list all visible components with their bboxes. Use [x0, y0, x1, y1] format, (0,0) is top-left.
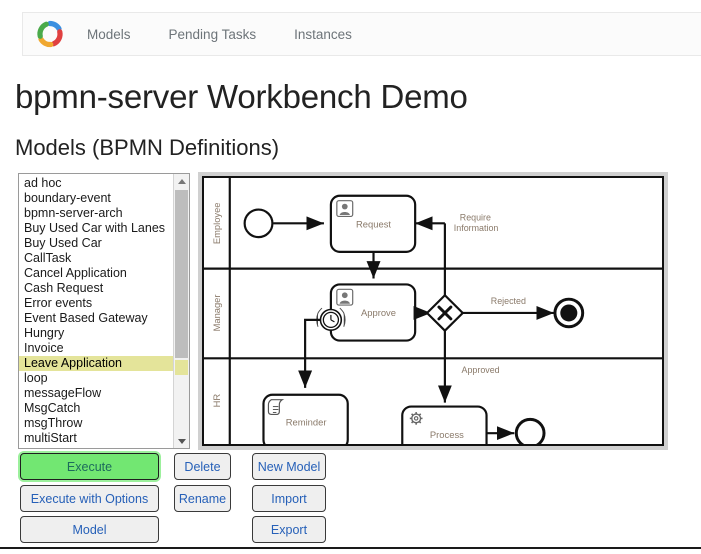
end-event[interactable]	[514, 417, 546, 444]
export-button[interactable]: Export	[252, 516, 326, 543]
task-process-label: Process	[430, 430, 464, 440]
list-item[interactable]: CallTask	[19, 251, 173, 266]
list-item[interactable]: Buy Used Car with Lanes	[19, 221, 173, 236]
import-button[interactable]: Import	[252, 485, 326, 512]
bottom-divider	[0, 547, 701, 549]
lane-label-manager: Manager	[212, 295, 222, 332]
end-event-terminate[interactable]	[553, 297, 585, 329]
list-item[interactable]: bpmn-server-arch	[19, 206, 173, 221]
lane-label-hr: HR	[212, 394, 222, 408]
list-item[interactable]: Buy Used Car	[19, 236, 173, 251]
triangle-down-icon[interactable]	[174, 434, 189, 448]
list-item[interactable]: multiStart	[19, 431, 173, 446]
list-item[interactable]: messageFlow	[19, 386, 173, 401]
flow-label-require-line1: Require	[460, 212, 491, 222]
task-approve-label: Approve	[361, 308, 396, 318]
list-item[interactable]: msgThrow	[19, 416, 173, 431]
list-item[interactable]: boundary-event	[19, 191, 173, 206]
scrollbar-thumb[interactable]	[175, 190, 188, 358]
delete-button[interactable]: Delete	[174, 453, 231, 480]
flow-label-approved: Approved	[462, 365, 500, 375]
model-list-items[interactable]: ad hoc boundary-event bpmn-server-arch Buy …	[19, 174, 173, 448]
new-model-button[interactable]: New Model	[252, 453, 326, 480]
exclusive-gateway[interactable]	[425, 293, 465, 333]
list-item[interactable]: Invoice	[19, 341, 173, 356]
list-item[interactable]: Event Based Gateway	[19, 311, 173, 326]
task-reminder-label: Reminder	[286, 417, 327, 427]
bpmn-diagram-svg: Employee Manager HR Request Require Info…	[204, 178, 662, 444]
model-list-scrollbar[interactable]	[173, 174, 189, 448]
bpmn-diagram-canvas[interactable]: Employee Manager HR Request Require Info…	[202, 176, 664, 446]
lane-label-employee: Employee	[212, 203, 222, 245]
user-task-icon	[336, 288, 354, 306]
execute-with-options-button[interactable]: Execute with Options	[20, 485, 159, 512]
list-item[interactable]: Cancel Application	[19, 266, 173, 281]
nav-links: Models Pending Tasks Instances	[87, 27, 352, 42]
flow-timer-to-reminder	[298, 318, 321, 388]
flow-label-require-line2: Information	[454, 223, 499, 233]
list-item[interactable]: Hungry	[19, 326, 173, 341]
model-listbox[interactable]: ad hoc boundary-event bpmn-server-arch Buy …	[18, 173, 190, 449]
user-task-icon	[336, 200, 354, 218]
model-button[interactable]: Model	[20, 516, 159, 543]
list-item[interactable]: MsgCatch	[19, 401, 173, 416]
list-item[interactable]: loop	[19, 371, 173, 386]
nav-link-models[interactable]: Models	[87, 27, 131, 42]
list-item[interactable]: Leave Application	[19, 356, 173, 371]
triangle-up-icon[interactable]	[174, 174, 189, 188]
bpmn-server-logo-icon[interactable]	[35, 19, 65, 49]
page-title: bpmn-server Workbench Demo	[15, 78, 468, 115]
logo-svg	[37, 20, 63, 48]
bpmn-diagram-frame[interactable]: Employee Manager HR Request Require Info…	[198, 172, 668, 450]
list-item[interactable]: Error events	[19, 296, 173, 311]
list-item[interactable]: Cash Request	[19, 281, 173, 296]
top-navbar: Models Pending Tasks Instances	[22, 12, 701, 56]
scrollbar-selection-marker	[175, 360, 188, 375]
nav-link-instances[interactable]: Instances	[294, 27, 352, 42]
start-event[interactable]	[243, 208, 274, 239]
list-item[interactable]: ad hoc	[19, 176, 173, 191]
nav-link-pending-tasks[interactable]: Pending Tasks	[169, 27, 257, 42]
execute-button[interactable]: Execute	[20, 453, 159, 480]
section-title: Models (BPMN Definitions)	[15, 135, 280, 160]
flow-label-rejected: Rejected	[491, 296, 526, 306]
rename-button[interactable]: Rename	[174, 485, 231, 512]
task-request-label: Request	[356, 219, 391, 229]
